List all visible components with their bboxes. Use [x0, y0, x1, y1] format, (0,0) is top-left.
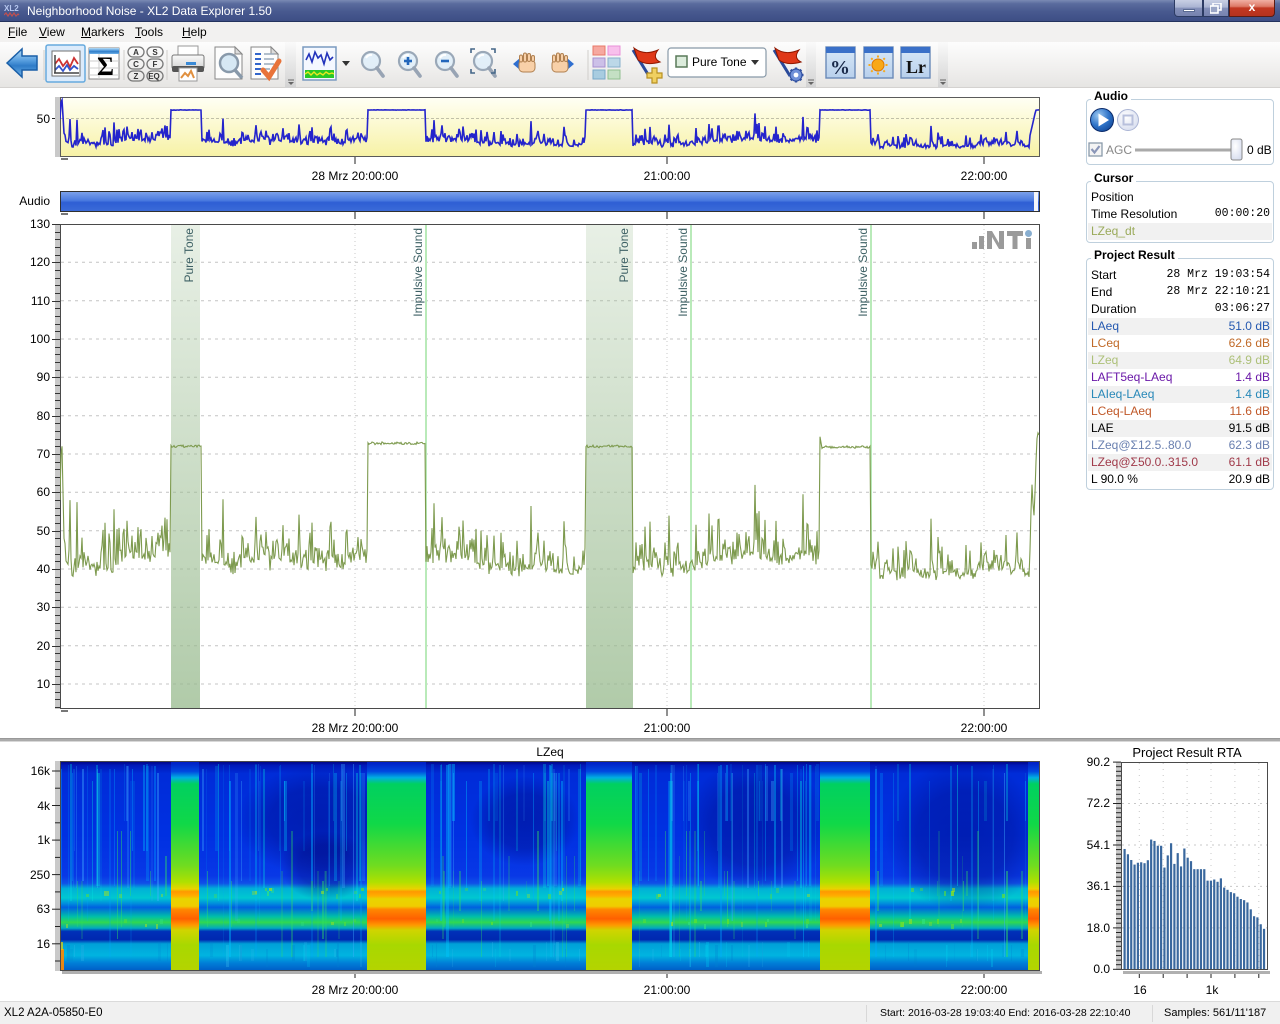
svg-text:%: %	[830, 57, 850, 79]
svg-text:Lr: Lr	[906, 57, 926, 77]
svg-text:Pure Tone: Pure Tone	[692, 55, 747, 69]
svg-text:XL2: XL2	[4, 4, 19, 13]
